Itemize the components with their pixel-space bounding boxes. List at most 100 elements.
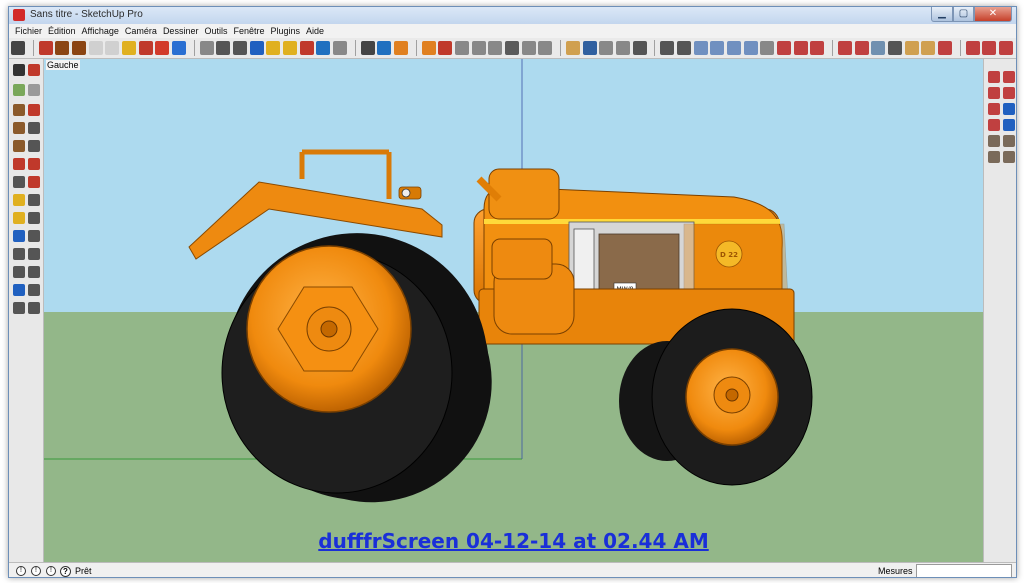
left-tool-1[interactable] <box>13 64 25 76</box>
menu-fenetre[interactable]: Fenêtre <box>230 24 267 38</box>
left-tool-4[interactable] <box>28 84 40 96</box>
geolocation-status-icon[interactable]: ! <box>16 566 26 576</box>
toolbar-button-53[interactable] <box>965 41 980 55</box>
right-tool-2[interactable] <box>1003 71 1015 83</box>
toolbar-button-28[interactable] <box>505 41 519 55</box>
toolbar-button-37[interactable] <box>677 41 691 55</box>
toolbar-button-50[interactable] <box>904 41 919 55</box>
menu-edition[interactable]: Édition <box>45 24 79 38</box>
right-tool-11[interactable] <box>988 151 1000 163</box>
measurements-input[interactable] <box>916 564 1012 577</box>
left-tool-21[interactable] <box>13 248 25 260</box>
left-tool-12[interactable] <box>28 158 40 170</box>
menu-aide[interactable]: Aide <box>303 24 327 38</box>
right-tool-7[interactable] <box>988 119 1000 131</box>
toolbar-button-32[interactable] <box>582 41 597 55</box>
left-tool-23[interactable] <box>13 266 25 278</box>
3d-viewport[interactable]: MW/8 D 22 <box>44 59 983 562</box>
toolbar-button-11[interactable] <box>199 41 214 55</box>
left-tool-16[interactable] <box>28 194 40 206</box>
minimize-button[interactable]: ▁ <box>931 7 953 22</box>
toolbar-button-12[interactable] <box>216 41 231 55</box>
menu-camera[interactable]: Caméra <box>122 24 160 38</box>
toolbar-button-8[interactable] <box>138 41 153 55</box>
toolbar-button-33[interactable] <box>599 41 614 55</box>
toolbar-button-1[interactable] <box>11 41 25 55</box>
toolbar-button-36[interactable] <box>660 41 675 55</box>
help-icon[interactable]: ? <box>60 566 71 577</box>
toolbar-button-14[interactable] <box>249 41 264 55</box>
toolbar-button-54[interactable] <box>982 41 997 55</box>
right-tool-9[interactable] <box>988 135 1000 147</box>
toolbar-button-27[interactable] <box>488 41 503 55</box>
menu-fichier[interactable]: Fichier <box>12 24 45 38</box>
left-tool-3[interactable] <box>13 84 25 96</box>
toolbar-button-30[interactable] <box>538 41 553 55</box>
toolbar-button-38[interactable] <box>693 41 708 55</box>
toolbar-button-44[interactable] <box>793 41 808 55</box>
toolbar-button-42[interactable] <box>760 41 775 55</box>
toolbar-button-45[interactable] <box>810 41 825 55</box>
toolbar-button-23[interactable] <box>421 41 436 55</box>
toolbar-button-22[interactable] <box>394 41 408 55</box>
menu-dessiner[interactable]: Dessiner <box>160 24 202 38</box>
toolbar-button-48[interactable] <box>871 41 886 55</box>
left-tool-11[interactable] <box>13 158 25 170</box>
right-tool-4[interactable] <box>1003 87 1015 99</box>
toolbar-button-25[interactable] <box>455 41 469 55</box>
left-tool-7[interactable] <box>13 122 25 134</box>
right-tool-12[interactable] <box>1003 151 1015 163</box>
toolbar-button-51[interactable] <box>921 41 936 55</box>
right-tool-1[interactable] <box>988 71 1000 83</box>
toolbar-button-5[interactable] <box>88 41 103 55</box>
user-status-icon[interactable]: ! <box>46 566 56 576</box>
toolbar-button-43[interactable] <box>777 41 791 55</box>
right-tool-3[interactable] <box>988 87 1000 99</box>
left-tool-18[interactable] <box>28 212 40 224</box>
left-tool-26[interactable] <box>28 284 40 296</box>
left-tool-28[interactable] <box>28 302 40 314</box>
toolbar-button-55[interactable] <box>999 41 1014 55</box>
right-tool-6[interactable] <box>1003 103 1015 115</box>
toolbar-button-40[interactable] <box>727 41 741 55</box>
toolbar-button-46[interactable] <box>838 41 852 55</box>
toolbar-button-21[interactable] <box>377 41 392 55</box>
toolbar-button-18[interactable] <box>316 41 331 55</box>
toolbar-button-13[interactable] <box>233 41 247 55</box>
left-tool-2[interactable] <box>28 64 40 76</box>
menu-outils[interactable]: Outils <box>201 24 230 38</box>
left-tool-6[interactable] <box>28 104 40 116</box>
right-tool-5[interactable] <box>988 103 1000 115</box>
toolbar-button-6[interactable] <box>105 41 120 55</box>
left-tool-17[interactable] <box>13 212 25 224</box>
toolbar-button-7[interactable] <box>122 41 136 55</box>
left-tool-8[interactable] <box>28 122 40 134</box>
right-tool-8[interactable] <box>1003 119 1015 131</box>
toolbar-button-35[interactable] <box>632 41 647 55</box>
left-tool-24[interactable] <box>28 266 40 278</box>
toolbar-button-29[interactable] <box>521 41 536 55</box>
left-tool-19[interactable] <box>13 230 25 242</box>
toolbar-button-24[interactable] <box>438 41 453 55</box>
left-tool-27[interactable] <box>13 302 25 314</box>
left-tool-13[interactable] <box>13 176 25 188</box>
maximize-button[interactable]: ▢ <box>953 7 974 22</box>
toolbar-button-39[interactable] <box>710 41 725 55</box>
toolbar-button-16[interactable] <box>283 41 297 55</box>
credits-status-icon[interactable]: ! <box>31 566 41 576</box>
toolbar-button-4[interactable] <box>72 41 86 55</box>
toolbar-button-2[interactable] <box>38 41 53 55</box>
menu-affichage[interactable]: Affichage <box>79 24 122 38</box>
sketchup-app-icon[interactable] <box>13 9 25 21</box>
left-tool-14[interactable] <box>28 176 40 188</box>
toolbar-button-10[interactable] <box>172 41 186 55</box>
toolbar-button-26[interactable] <box>471 41 486 55</box>
left-tool-15[interactable] <box>13 194 25 206</box>
left-tool-5[interactable] <box>13 104 25 116</box>
close-button[interactable]: ✕ <box>974 7 1012 22</box>
left-tool-20[interactable] <box>28 230 40 242</box>
toolbar-button-41[interactable] <box>743 41 758 55</box>
toolbar-button-19[interactable] <box>333 41 347 55</box>
toolbar-button-17[interactable] <box>299 41 314 55</box>
toolbar-button-15[interactable] <box>266 41 281 55</box>
